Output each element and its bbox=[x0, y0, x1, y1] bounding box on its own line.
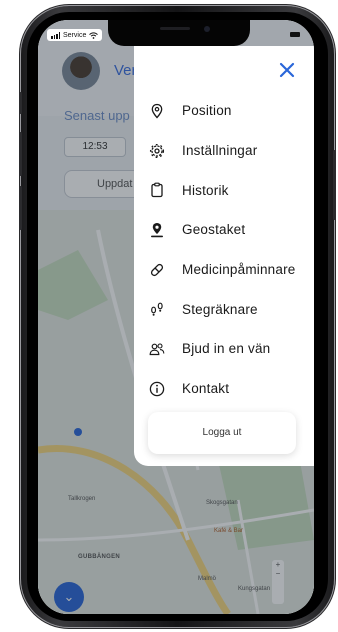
carrier-name: Service bbox=[63, 31, 87, 39]
footsteps-icon bbox=[149, 301, 165, 317]
battery-icon bbox=[290, 32, 300, 37]
location-pin-icon bbox=[149, 103, 165, 119]
menu-item-step-counter[interactable]: Stegräknare bbox=[134, 289, 314, 329]
close-icon bbox=[279, 62, 295, 78]
menu-item-medicine-reminder[interactable]: Medicinpåminnare bbox=[134, 250, 314, 290]
menu-item-label: Geostaket bbox=[182, 222, 246, 238]
info-icon bbox=[149, 381, 165, 397]
notch bbox=[108, 20, 250, 46]
menu-item-history[interactable]: Historik bbox=[134, 170, 314, 210]
menu-item-label: Historik bbox=[182, 182, 229, 198]
mute-switch bbox=[19, 92, 22, 114]
menu-item-invite-friend[interactable]: Bjud in en vän bbox=[134, 329, 314, 369]
menu-item-label: Medicinpåminnare bbox=[182, 262, 296, 278]
geofence-icon bbox=[149, 222, 165, 238]
menu-item-geofence[interactable]: Geostaket bbox=[134, 210, 314, 250]
wifi-icon bbox=[89, 31, 99, 39]
clipboard-icon bbox=[149, 182, 165, 198]
menu-item-label: Bjud in en vän bbox=[182, 341, 271, 357]
power-button bbox=[333, 150, 336, 220]
menu-item-label: Kontakt bbox=[182, 381, 230, 397]
menu-item-contact[interactable]: Kontakt bbox=[134, 369, 314, 409]
signal-icon bbox=[51, 31, 60, 39]
speaker-grille bbox=[160, 27, 190, 30]
volume-up-button bbox=[19, 132, 22, 176]
volume-down-button bbox=[19, 186, 22, 230]
invite-users-icon bbox=[149, 341, 165, 357]
status-bar-left: Service bbox=[47, 29, 103, 41]
menu-item-label: Inställningar bbox=[182, 143, 258, 159]
menu-item-label: Position bbox=[182, 103, 232, 119]
menu-item-settings[interactable]: Inställningar bbox=[134, 131, 314, 171]
menu-item-position[interactable]: Position bbox=[134, 91, 314, 131]
menu-list: Position Inställningar Historik Geostake… bbox=[134, 91, 314, 409]
menu-item-label: Stegräknare bbox=[182, 301, 258, 317]
gear-icon bbox=[149, 143, 165, 159]
pill-icon bbox=[149, 262, 165, 278]
phone-screen: Ver Senast upp 12:53 Uppdat Tallkrogen G… bbox=[38, 20, 314, 614]
front-camera bbox=[204, 26, 210, 32]
close-button[interactable] bbox=[275, 58, 299, 82]
side-menu: Position Inställningar Historik Geostake… bbox=[134, 46, 314, 466]
logout-button[interactable]: Logga ut bbox=[148, 412, 296, 454]
